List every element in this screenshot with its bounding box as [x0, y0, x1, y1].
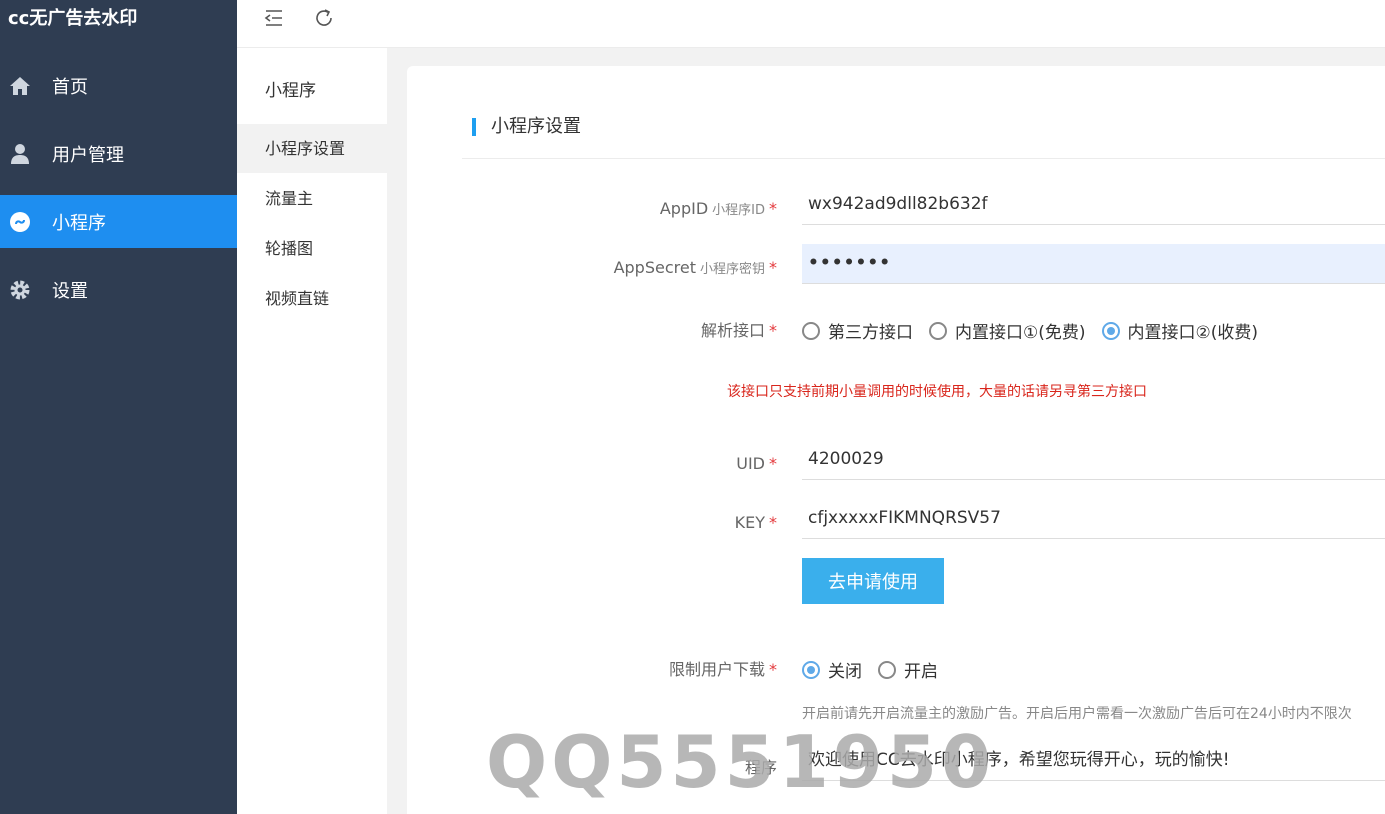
sidebar-item-home[interactable]: 首页 — [0, 59, 237, 112]
radio-icon — [929, 321, 947, 340]
limit-label-text: 限制用户下载 — [668, 660, 765, 679]
sidebar: cc无广告去水印 首页 用户管理 小程序 设置 — [0, 0, 237, 814]
sidebar-item-label: 设置 — [52, 280, 88, 302]
brand-title: cc无广告去水印 — [8, 8, 138, 29]
appsecret-label: AppSecret 小程序密钥 * — [614, 258, 777, 277]
subnav-item-video-link[interactable]: 视频直链 — [237, 274, 387, 323]
radio-checked-icon — [802, 660, 820, 679]
divider — [462, 158, 1385, 159]
api-warning-text: 该接口只支持前期小量调用的时候使用，大量的话请另寻第三方接口 — [727, 384, 1147, 400]
radio-icon — [878, 660, 896, 679]
limit-radio-group: 关闭 开启 — [802, 657, 954, 682]
required-mark: * — [769, 660, 777, 679]
sidebar-item-label: 用户管理 — [52, 144, 124, 166]
appid-label-text: AppID — [659, 199, 709, 218]
watermark-overlay: QQ5551950 — [486, 720, 996, 804]
limit-option-on[interactable]: 开启 — [878, 657, 938, 682]
menu-collapse-icon[interactable] — [262, 6, 286, 30]
radio-label: 内置接口①(免费) — [955, 323, 1086, 343]
limit-label: 限制用户下载 * — [669, 656, 777, 680]
radio-icon — [802, 321, 820, 340]
radio-label: 开启 — [904, 662, 938, 682]
sidebar-item-label: 首页 — [52, 76, 88, 98]
limit-option-off[interactable]: 关闭 — [802, 657, 862, 682]
subnav-item-traffic[interactable]: 流量主 — [237, 174, 387, 223]
required-mark: * — [769, 454, 777, 473]
appid-label: AppID 小程序ID * — [660, 199, 777, 218]
sidebar-item-users[interactable]: 用户管理 — [0, 127, 237, 180]
radio-label: 关闭 — [828, 662, 862, 682]
api-option-builtin-free[interactable]: 内置接口①(免费) — [929, 318, 1086, 343]
miniprogram-icon — [8, 210, 32, 234]
appsecret-input[interactable]: ••••••• — [802, 244, 1385, 284]
sidebar-item-label: 小程序 — [52, 212, 106, 234]
radio-label: 内置接口②(收费) — [1127, 323, 1259, 343]
key-input[interactable]: cfjxxxxxFIKMNQRSV57 — [802, 499, 1385, 539]
sidebar-item-settings[interactable]: 设置 — [0, 263, 237, 316]
appid-input[interactable]: wx942ad9dll82b632f — [802, 185, 1385, 225]
radio-label: 第三方接口 — [828, 323, 913, 343]
api-option-third-party[interactable]: 第三方接口 — [802, 318, 913, 343]
home-icon — [8, 74, 32, 98]
appsecret-label-text: AppSecret — [613, 258, 696, 277]
api-option-builtin-paid[interactable]: 内置接口②(收费) — [1101, 318, 1259, 343]
gear-icon — [8, 278, 32, 302]
uid-label-text: UID — [736, 454, 765, 473]
uid-input[interactable]: 4200029 — [802, 440, 1385, 480]
required-mark: * — [769, 513, 777, 532]
apply-button[interactable]: 去申请使用 — [802, 558, 944, 604]
subnav-item-carousel[interactable]: 轮播图 — [237, 224, 387, 273]
uid-label: UID * — [736, 454, 777, 473]
api-label: 解析接口 * — [701, 317, 777, 341]
required-mark: * — [769, 258, 777, 277]
top-header — [237, 0, 1385, 48]
subnav-item-settings[interactable]: 小程序设置 — [237, 124, 387, 173]
user-icon — [8, 142, 32, 166]
appsecret-sub-label: 小程序密钥 — [699, 262, 765, 277]
settings-card: 小程序设置 AppID 小程序ID * wx942ad9dll82b632f App… — [407, 66, 1385, 814]
required-mark: * — [769, 321, 777, 340]
key-label: KEY * — [735, 513, 777, 532]
subnav-title: 小程序 — [265, 81, 316, 101]
api-radio-group: 第三方接口 内置接口①(免费) 内置接口②(收费) — [802, 318, 1274, 343]
key-label-text: KEY — [734, 513, 765, 532]
section-title: 小程序设置 — [472, 118, 581, 136]
appid-sub-label: 小程序ID — [712, 203, 765, 218]
radio-checked-icon — [1101, 321, 1120, 340]
refresh-icon[interactable] — [312, 6, 336, 30]
required-mark: * — [769, 199, 777, 218]
api-label-text: 解析接口 — [700, 321, 765, 340]
sidebar-item-miniprogram[interactable]: 小程序 — [0, 195, 237, 248]
secondary-nav: 小程序 小程序设置 流量主 轮播图 视频直链 — [237, 48, 387, 814]
